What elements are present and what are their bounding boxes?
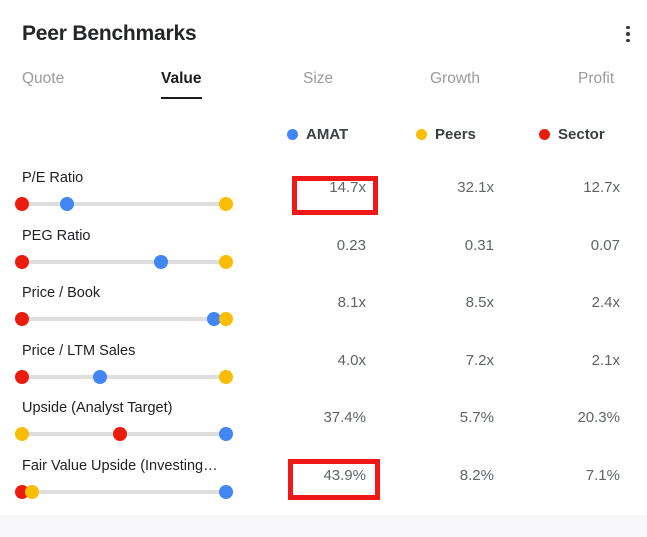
slider-track <box>22 259 226 264</box>
cell-amat: 4.0x <box>337 351 366 369</box>
row-slider[interactable] <box>15 369 233 384</box>
tab-value[interactable]: Value <box>161 70 202 99</box>
table-row: Upside (Analyst Target) 37.4% 5.7% 20.3% <box>0 395 647 453</box>
row-label: Upside (Analyst Target) <box>22 400 173 416</box>
legend: AMAT Peers Sector <box>0 126 647 148</box>
slider-track <box>22 489 226 494</box>
row-label: Fair Value Upside (Investing… <box>22 457 218 474</box>
row-slider[interactable] <box>15 427 233 441</box>
row-label: PEG Ratio <box>22 227 91 244</box>
slider-dot-amat[interactable] <box>59 197 74 211</box>
cell-sector: 2.4x <box>591 294 620 311</box>
kebab-dot-1 <box>626 25 630 30</box>
table-row: PEG Ratio 0.23 0.31 0.07 <box>0 223 647 281</box>
tab-profit[interactable]: Profit <box>578 70 614 99</box>
tab-growth[interactable]: Growth <box>430 70 480 99</box>
amber-dot-icon <box>416 129 427 140</box>
tab-size[interactable]: Size <box>303 70 333 99</box>
kebab-dot-3 <box>626 38 630 43</box>
cell-amat: 43.9% <box>323 466 366 484</box>
tab-quote[interactable]: Quote <box>22 70 64 99</box>
legend-label-sector: Sector <box>558 126 605 143</box>
red-dot-icon <box>539 129 550 140</box>
cell-peers: 32.1x <box>457 179 494 196</box>
card-header: Peer Benchmarks <box>0 0 647 62</box>
cell-amat: 8.1x <box>337 294 366 311</box>
table-row: P/E Ratio 14.7x 32.1x 12.7x <box>0 165 647 223</box>
slider-dot-peers[interactable] <box>25 484 40 499</box>
cell-amat: 37.4% <box>323 409 366 426</box>
cell-sector: 20.3% <box>577 409 620 426</box>
tab-bar: Quote Value Size Growth Profit <box>0 70 647 112</box>
legend-label-amat: AMAT <box>306 126 349 143</box>
slider-dot-peers[interactable] <box>219 197 233 211</box>
slider-dot-peers[interactable] <box>219 254 233 269</box>
cell-peers: 8.2% <box>459 466 494 484</box>
cell-sector: 2.1x <box>591 351 620 369</box>
row-slider[interactable] <box>15 254 233 269</box>
row-slider[interactable] <box>15 484 233 499</box>
bottom-band <box>0 515 647 537</box>
row-slider[interactable] <box>15 197 233 211</box>
cell-peers: 8.5x <box>465 294 494 311</box>
cell-sector: 0.07 <box>590 236 620 254</box>
table-row: Price / Book 8.1x 8.5x 2.4x <box>0 280 647 338</box>
row-label: Price / LTM Sales <box>22 342 136 359</box>
cell-peers: 0.31 <box>464 236 494 254</box>
kebab-menu-icon[interactable] <box>618 20 638 48</box>
cell-sector: 7.1% <box>585 466 620 484</box>
slider-dot-sector[interactable] <box>112 427 127 441</box>
row-slider[interactable] <box>15 312 233 326</box>
slider-dot-peers[interactable] <box>219 312 233 326</box>
slider-track <box>22 317 226 321</box>
slider-dot-peers[interactable] <box>219 369 233 384</box>
cell-peers: 5.7% <box>459 409 494 426</box>
row-label: Price / Book <box>22 285 101 301</box>
table-row: Fair Value Upside (Investing… 43.9% 8.2%… <box>0 453 647 511</box>
slider-dot-sector[interactable] <box>15 312 29 326</box>
slider-dot-amat[interactable] <box>153 254 168 269</box>
legend-item-sector: Sector <box>539 126 605 143</box>
cell-amat: 14.7x <box>329 179 366 196</box>
cell-peers: 7.2x <box>465 351 494 369</box>
metric-rows: P/E Ratio 14.7x 32.1x 12.7x PEG Ratio 0.… <box>0 165 647 510</box>
legend-label-peers: Peers <box>435 126 476 143</box>
row-label: P/E Ratio <box>22 170 84 186</box>
slider-dot-amat[interactable] <box>219 427 233 441</box>
cell-amat: 0.23 <box>336 236 366 254</box>
slider-dot-sector[interactable] <box>15 254 29 269</box>
slider-dot-sector[interactable] <box>15 369 29 384</box>
slider-dot-amat[interactable] <box>219 484 233 499</box>
slider-dot-amat[interactable] <box>92 369 107 384</box>
table-row: Price / LTM Sales 4.0x 7.2x 2.1x <box>0 338 647 396</box>
kebab-dot-2 <box>626 32 630 36</box>
cell-sector: 12.7x <box>583 179 620 196</box>
slider-dot-peers[interactable] <box>15 427 29 441</box>
slider-track <box>22 374 226 379</box>
legend-item-amat: AMAT <box>287 126 348 143</box>
slider-dot-sector[interactable] <box>15 197 29 211</box>
legend-item-peers: Peers <box>416 126 476 143</box>
peer-benchmarks-card: Peer Benchmarks Quote Value Size Growth … <box>0 0 647 515</box>
page-title: Peer Benchmarks <box>22 22 197 45</box>
blue-dot-icon <box>287 129 298 140</box>
slider-track <box>22 202 226 206</box>
